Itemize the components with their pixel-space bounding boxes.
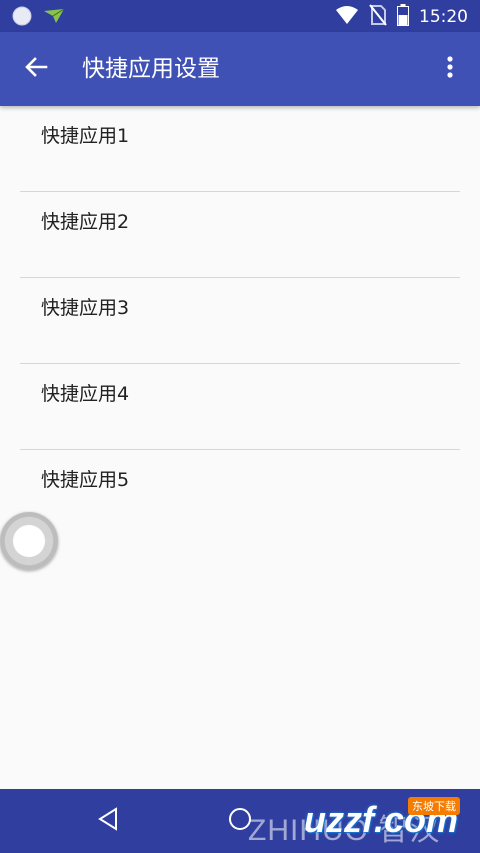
floating-assist-ball[interactable] (0, 512, 58, 570)
list-item[interactable]: 快捷应用4 (0, 364, 480, 450)
status-left (12, 6, 66, 30)
battery-icon (397, 4, 409, 30)
page-title: 快捷应用设置 (82, 56, 220, 82)
list-item[interactable]: 快捷应用1 (0, 106, 480, 192)
list-item-label: 快捷应用3 (41, 297, 130, 319)
list-item-label: 快捷应用1 (41, 125, 130, 147)
no-sim-icon (369, 4, 387, 30)
list-item-label: 快捷应用2 (41, 211, 130, 233)
wifi-icon (335, 5, 359, 29)
list-item-label: 快捷应用5 (41, 469, 130, 491)
arrow-back-icon (23, 54, 49, 84)
notification-circle-icon (12, 6, 32, 30)
circle-home-icon (227, 806, 253, 836)
more-options-button[interactable] (432, 51, 468, 87)
status-right: 15:20 (335, 4, 468, 30)
app-notification-icon (42, 7, 66, 29)
list-item-label: 快捷应用4 (41, 383, 130, 405)
nav-back-button[interactable] (90, 803, 126, 839)
nav-home-button[interactable] (222, 803, 258, 839)
list-item[interactable]: 快捷应用3 (0, 278, 480, 364)
more-vert-icon (446, 55, 454, 83)
list-item[interactable]: 快捷应用2 (0, 192, 480, 278)
triangle-back-icon (96, 806, 120, 836)
navigation-bar (0, 789, 480, 853)
app-bar: 快捷应用设置 (0, 32, 480, 106)
status-time: 15:20 (419, 7, 468, 27)
back-button[interactable] (18, 51, 54, 87)
list-item[interactable]: 快捷应用5 (0, 450, 480, 536)
status-bar: 15:20 (0, 0, 480, 32)
shortcut-app-list: 快捷应用1 快捷应用2 快捷应用3 快捷应用4 快捷应用5 (0, 106, 480, 536)
